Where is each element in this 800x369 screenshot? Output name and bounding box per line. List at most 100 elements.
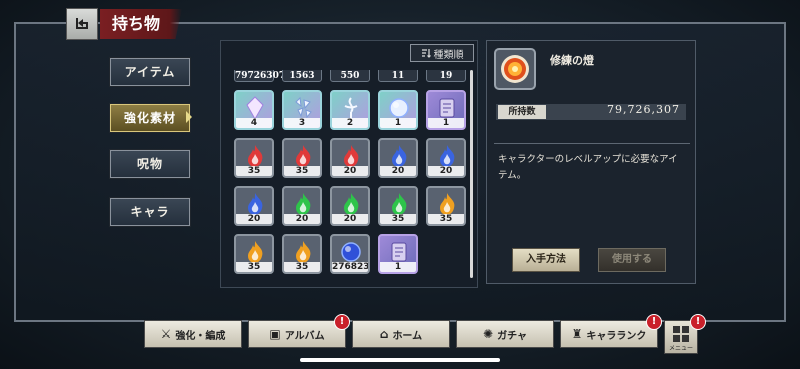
item-qty: 20	[236, 214, 272, 224]
page-title: 持ち物	[100, 9, 183, 39]
item-qty: 20	[284, 214, 320, 224]
item-cell[interactable]: 1	[378, 90, 418, 130]
item-qty: 35	[380, 214, 416, 224]
house-icon: ⌂	[379, 327, 389, 341]
sidebar-item-materials[interactable]: 強化素材	[109, 103, 191, 133]
album-icon: ▣	[269, 327, 281, 341]
grid-scrollbar[interactable]	[470, 70, 473, 278]
shards-icon	[295, 96, 312, 119]
title-bar: 持ち物	[66, 8, 183, 40]
item-qty: 2768233	[332, 262, 370, 272]
orb-icon	[389, 98, 409, 118]
item-cell[interactable]: 4	[234, 90, 274, 130]
owned-value: 79,726,307	[607, 103, 680, 116]
item-qty: 20	[332, 166, 368, 176]
nav-house-button[interactable]: ⌂ ホーム	[352, 320, 450, 348]
selected-item-icon	[494, 48, 536, 90]
sort-icon	[421, 49, 431, 58]
item-cell[interactable]: 35	[426, 186, 466, 226]
item-cell[interactable]: 20	[330, 138, 370, 178]
flame-icon	[392, 193, 407, 215]
menu-label: メニュー	[668, 345, 693, 352]
item-cell[interactable]: 20	[330, 186, 370, 226]
item-qty: 20	[332, 214, 368, 224]
item-cell[interactable]: 20	[426, 138, 466, 178]
alert-badge: !	[334, 314, 350, 330]
item-qty: 20	[428, 166, 464, 176]
item-qty: 35	[284, 262, 320, 272]
flame-icon	[296, 193, 311, 215]
home-indicator	[300, 358, 500, 362]
sort-label: 種類順	[433, 49, 464, 61]
owned-label: 所持数	[498, 105, 546, 119]
menu-alert-badge: !	[690, 314, 706, 330]
item-qty: 1	[428, 118, 464, 128]
sidebar-item-items[interactable]: アイテム	[109, 57, 191, 87]
sidebar-item-characters[interactable]: キャラ	[109, 197, 191, 227]
nav-rank-button[interactable]: ♜ キャラランク	[560, 320, 658, 348]
item-cell[interactable]: 35	[234, 234, 274, 274]
flame-icon	[248, 145, 263, 167]
active-indicator-icon	[186, 111, 192, 123]
item-cell[interactable]: 2768233	[330, 234, 370, 274]
item-description: キャラクターのレベルアップに必要なアイテム。	[498, 154, 678, 181]
gacha-icon: ✺	[483, 327, 494, 341]
flame-icon	[392, 145, 407, 167]
flame-icon	[296, 145, 311, 167]
item-qty: 1	[380, 118, 416, 128]
nav-label: キャラランク	[586, 330, 647, 342]
flame-icon	[440, 193, 455, 215]
item-cell[interactable]: 35	[234, 138, 274, 178]
item-cell[interactable]: 20	[378, 138, 418, 178]
flame-icon	[296, 241, 311, 263]
dual-swords-icon: ⚔	[160, 327, 172, 341]
spirit-icon	[344, 97, 358, 118]
item-cell[interactable]: 20	[234, 186, 274, 226]
item-qty: 2	[332, 118, 368, 128]
item-cell[interactable]: 20	[282, 186, 322, 226]
use-button[interactable]: 使用する	[598, 248, 666, 272]
sidebar-item-curses[interactable]: 呪物	[109, 149, 191, 179]
menu-grid-icon	[673, 326, 689, 342]
item-cell[interactable]: 35	[378, 186, 418, 226]
item-qty: 1	[380, 262, 416, 272]
item-cell[interactable]: 35	[282, 234, 322, 274]
flame-icon	[248, 193, 263, 215]
nav-label: 強化・編成	[175, 330, 226, 342]
item-grid: 4 3 2 1 1 35 35 20 20 20 20 20 20 35 35 …	[232, 74, 472, 284]
item-cell[interactable]: 35	[282, 138, 322, 178]
item-cell[interactable]: 1	[378, 234, 418, 274]
flame-icon	[344, 145, 359, 167]
scroll-icon	[391, 242, 407, 262]
nav-album-button[interactable]: ▣ アルバム	[248, 320, 346, 348]
item-qty: 3	[284, 118, 320, 128]
flame-icon	[344, 193, 359, 215]
nav-gacha-button[interactable]: ✺ ガチャ	[456, 320, 554, 348]
item-qty: 20	[380, 166, 416, 176]
item-cell[interactable]: 2	[330, 90, 370, 130]
alert-badge: !	[646, 314, 662, 330]
nav-dual-swords-button[interactable]: ⚔ 強化・編成	[144, 320, 242, 348]
back-button[interactable]	[66, 8, 98, 40]
sort-button[interactable]: 種類順	[410, 44, 474, 62]
orb-icon	[341, 242, 361, 262]
nav-label: ホーム	[392, 330, 423, 342]
nav-label: ガチャ	[497, 330, 527, 342]
back-arrow-icon	[76, 18, 88, 29]
obtain-method-button[interactable]: 入手方法	[512, 248, 580, 272]
rank-icon: ♜	[571, 327, 583, 341]
detail-divider	[494, 143, 690, 144]
ember-icon	[501, 55, 529, 83]
item-cell[interactable]: 1	[426, 90, 466, 130]
item-cell[interactable]: 3	[282, 90, 322, 130]
item-qty: 35	[236, 262, 272, 272]
item-qty: 35	[284, 166, 320, 176]
item-qty: 4	[236, 118, 272, 128]
crystal-icon	[246, 96, 264, 120]
item-qty: 35	[236, 166, 272, 176]
flame-icon	[440, 145, 455, 167]
scroll-icon	[439, 98, 455, 118]
flame-icon	[248, 241, 263, 263]
item-qty: 35	[428, 214, 464, 224]
nav-label: アルバム	[284, 330, 325, 342]
